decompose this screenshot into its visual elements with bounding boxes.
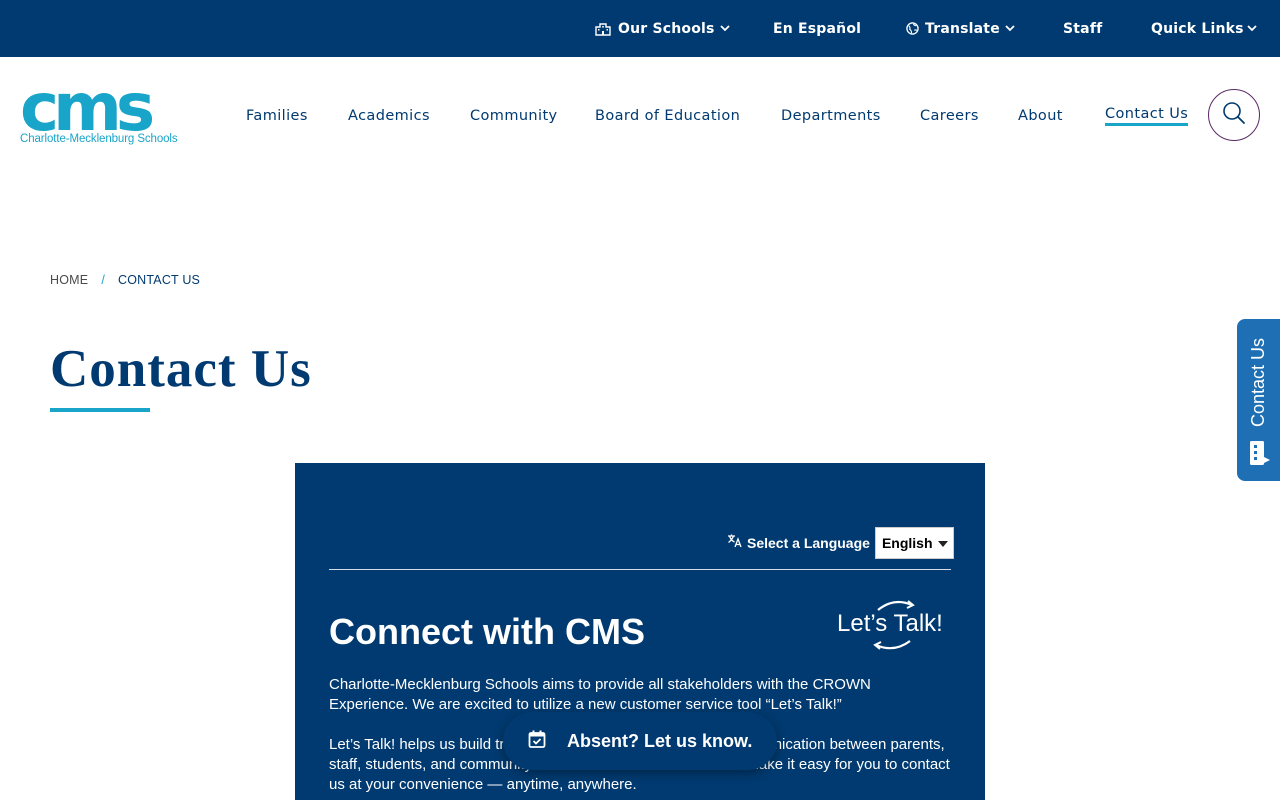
search-icon [1222,101,1246,130]
school-building-icon [595,22,611,36]
absent-report-label: Absent? Let us know. [567,730,753,751]
side-tab-label-wrap: Contact Us [1239,327,1279,437]
translate-menu[interactable]: Translate [906,0,1015,57]
en-espanol-label: En Español [773,20,862,37]
language-selector-row: Select a Language English [727,527,954,559]
globe-icon [906,22,919,35]
chevron-down-icon [1247,25,1257,32]
title-underline [50,408,150,412]
nav-label: Academics [348,108,430,124]
language-value: English [881,535,933,551]
nav-label: Departments [781,108,881,124]
nav-families[interactable]: Families [246,57,308,175]
card-title: Connect with CMS [329,611,645,652]
translate-label: Translate [925,20,1000,37]
breadcrumb-home[interactable]: HOME [50,273,88,287]
our-schools-label: Our Schools [618,20,715,37]
breadcrumb-current: CONTACT US [118,273,201,287]
nav-label: Careers [920,108,979,124]
search-button[interactable] [1208,89,1260,141]
page-title: Contact Us [50,340,312,398]
nav-label: Families [246,108,308,124]
utility-bar: Our Schools En Español Translate Staff Q… [0,0,1280,57]
quick-links-label: Quick Links [1151,20,1244,37]
nav-academics[interactable]: Academics [348,57,430,175]
nav-careers[interactable]: Careers [920,57,979,175]
chevron-down-icon [719,25,730,32]
breadcrumb: HOME / CONTACT US [50,273,200,287]
contact-us-side-tab[interactable]: Contact Us [1237,319,1280,481]
side-tab-label: Contact Us [1248,337,1269,427]
contact-card-icon [1249,440,1271,471]
nav-community[interactable]: Community [470,57,558,175]
nav-label: Contact Us [1105,106,1189,126]
en-espanol-link[interactable]: En Español [773,0,861,57]
calendar-check-icon [528,730,546,753]
main-header: cms Charlotte-Mecklenburg Schools Famili… [0,57,1280,175]
card-divider [329,569,951,570]
breadcrumb-separator: / [101,273,105,287]
staff-link[interactable]: Staff [1063,0,1102,57]
translate-icon [727,534,742,553]
nav-contact-us[interactable]: Contact Us [1105,57,1189,175]
lets-talk-logo-text: Let’s Talk! [837,610,943,637]
language-label: Select a Language [747,535,870,551]
staff-label: Staff [1063,20,1103,37]
nav-departments[interactable]: Departments [781,57,881,175]
quick-links-menu[interactable]: Quick Links [1151,0,1257,57]
lets-talk-logo: Let’s Talk! [836,599,950,651]
caret-down-icon [933,535,949,551]
card-intro-paragraph: Charlotte-Mecklenburg Schools aims to pr… [329,676,871,713]
nav-label: Board of Education [595,108,741,124]
language-select[interactable]: English [874,527,954,559]
chevron-down-icon [1005,25,1015,32]
absent-report-button[interactable]: Absent? Let us know. [503,712,777,770]
nav-label: Community [470,108,558,124]
nav-board-of-education[interactable]: Board of Education [595,57,740,175]
nav-label: About [1018,108,1063,124]
cms-logo[interactable]: cms Charlotte-Mecklenburg Schools [20,69,194,147]
logo-mark: cms [20,69,155,146]
nav-about[interactable]: About [1018,57,1063,175]
logo-subtitle: Charlotte-Mecklenburg Schools [20,133,178,145]
our-schools-menu[interactable]: Our Schools [595,0,730,57]
